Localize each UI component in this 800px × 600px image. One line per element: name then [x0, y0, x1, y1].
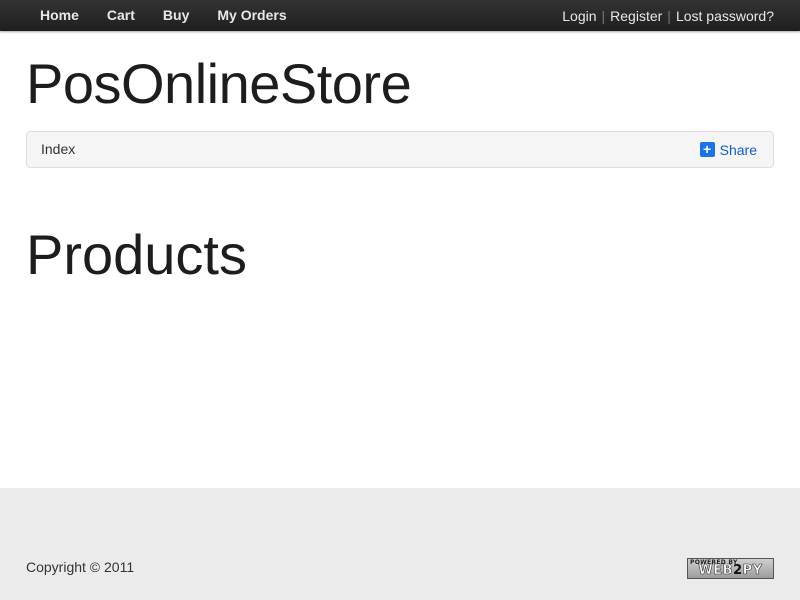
separator: |: [601, 7, 606, 24]
share-label: Share: [719, 141, 757, 158]
site-title: PosOnlineStore: [26, 52, 412, 115]
share-button[interactable]: + Share: [699, 132, 757, 167]
copyright-text: Copyright © 2011: [26, 559, 135, 575]
web2py-logo: WEB2PY: [698, 563, 763, 578]
lost-password-link[interactable]: Lost password?: [676, 8, 774, 24]
login-link[interactable]: Login: [562, 8, 596, 24]
breadcrumb-current: Index: [41, 141, 76, 157]
main-nav: Home Cart Buy My Orders: [26, 0, 301, 31]
powered-by-web2py-badge[interactable]: POWERED BY WEB2PY: [687, 558, 774, 579]
top-navbar: Home Cart Buy My Orders Login | Register…: [0, 0, 800, 31]
register-link[interactable]: Register: [610, 8, 662, 24]
breadcrumb: Index + Share: [26, 131, 774, 168]
separator: |: [667, 7, 671, 24]
nav-my-orders[interactable]: My Orders: [203, 0, 300, 31]
footer: Copyright © 2011 POWERED BY WEB2PY: [0, 488, 800, 600]
page-heading: Products: [26, 223, 247, 286]
plus-square-icon: +: [699, 142, 715, 157]
nav-home[interactable]: Home: [26, 0, 93, 31]
auth-links: Login | Register | Lost password?: [562, 0, 774, 31]
nav-buy[interactable]: Buy: [149, 0, 203, 31]
nav-cart[interactable]: Cart: [93, 0, 149, 31]
